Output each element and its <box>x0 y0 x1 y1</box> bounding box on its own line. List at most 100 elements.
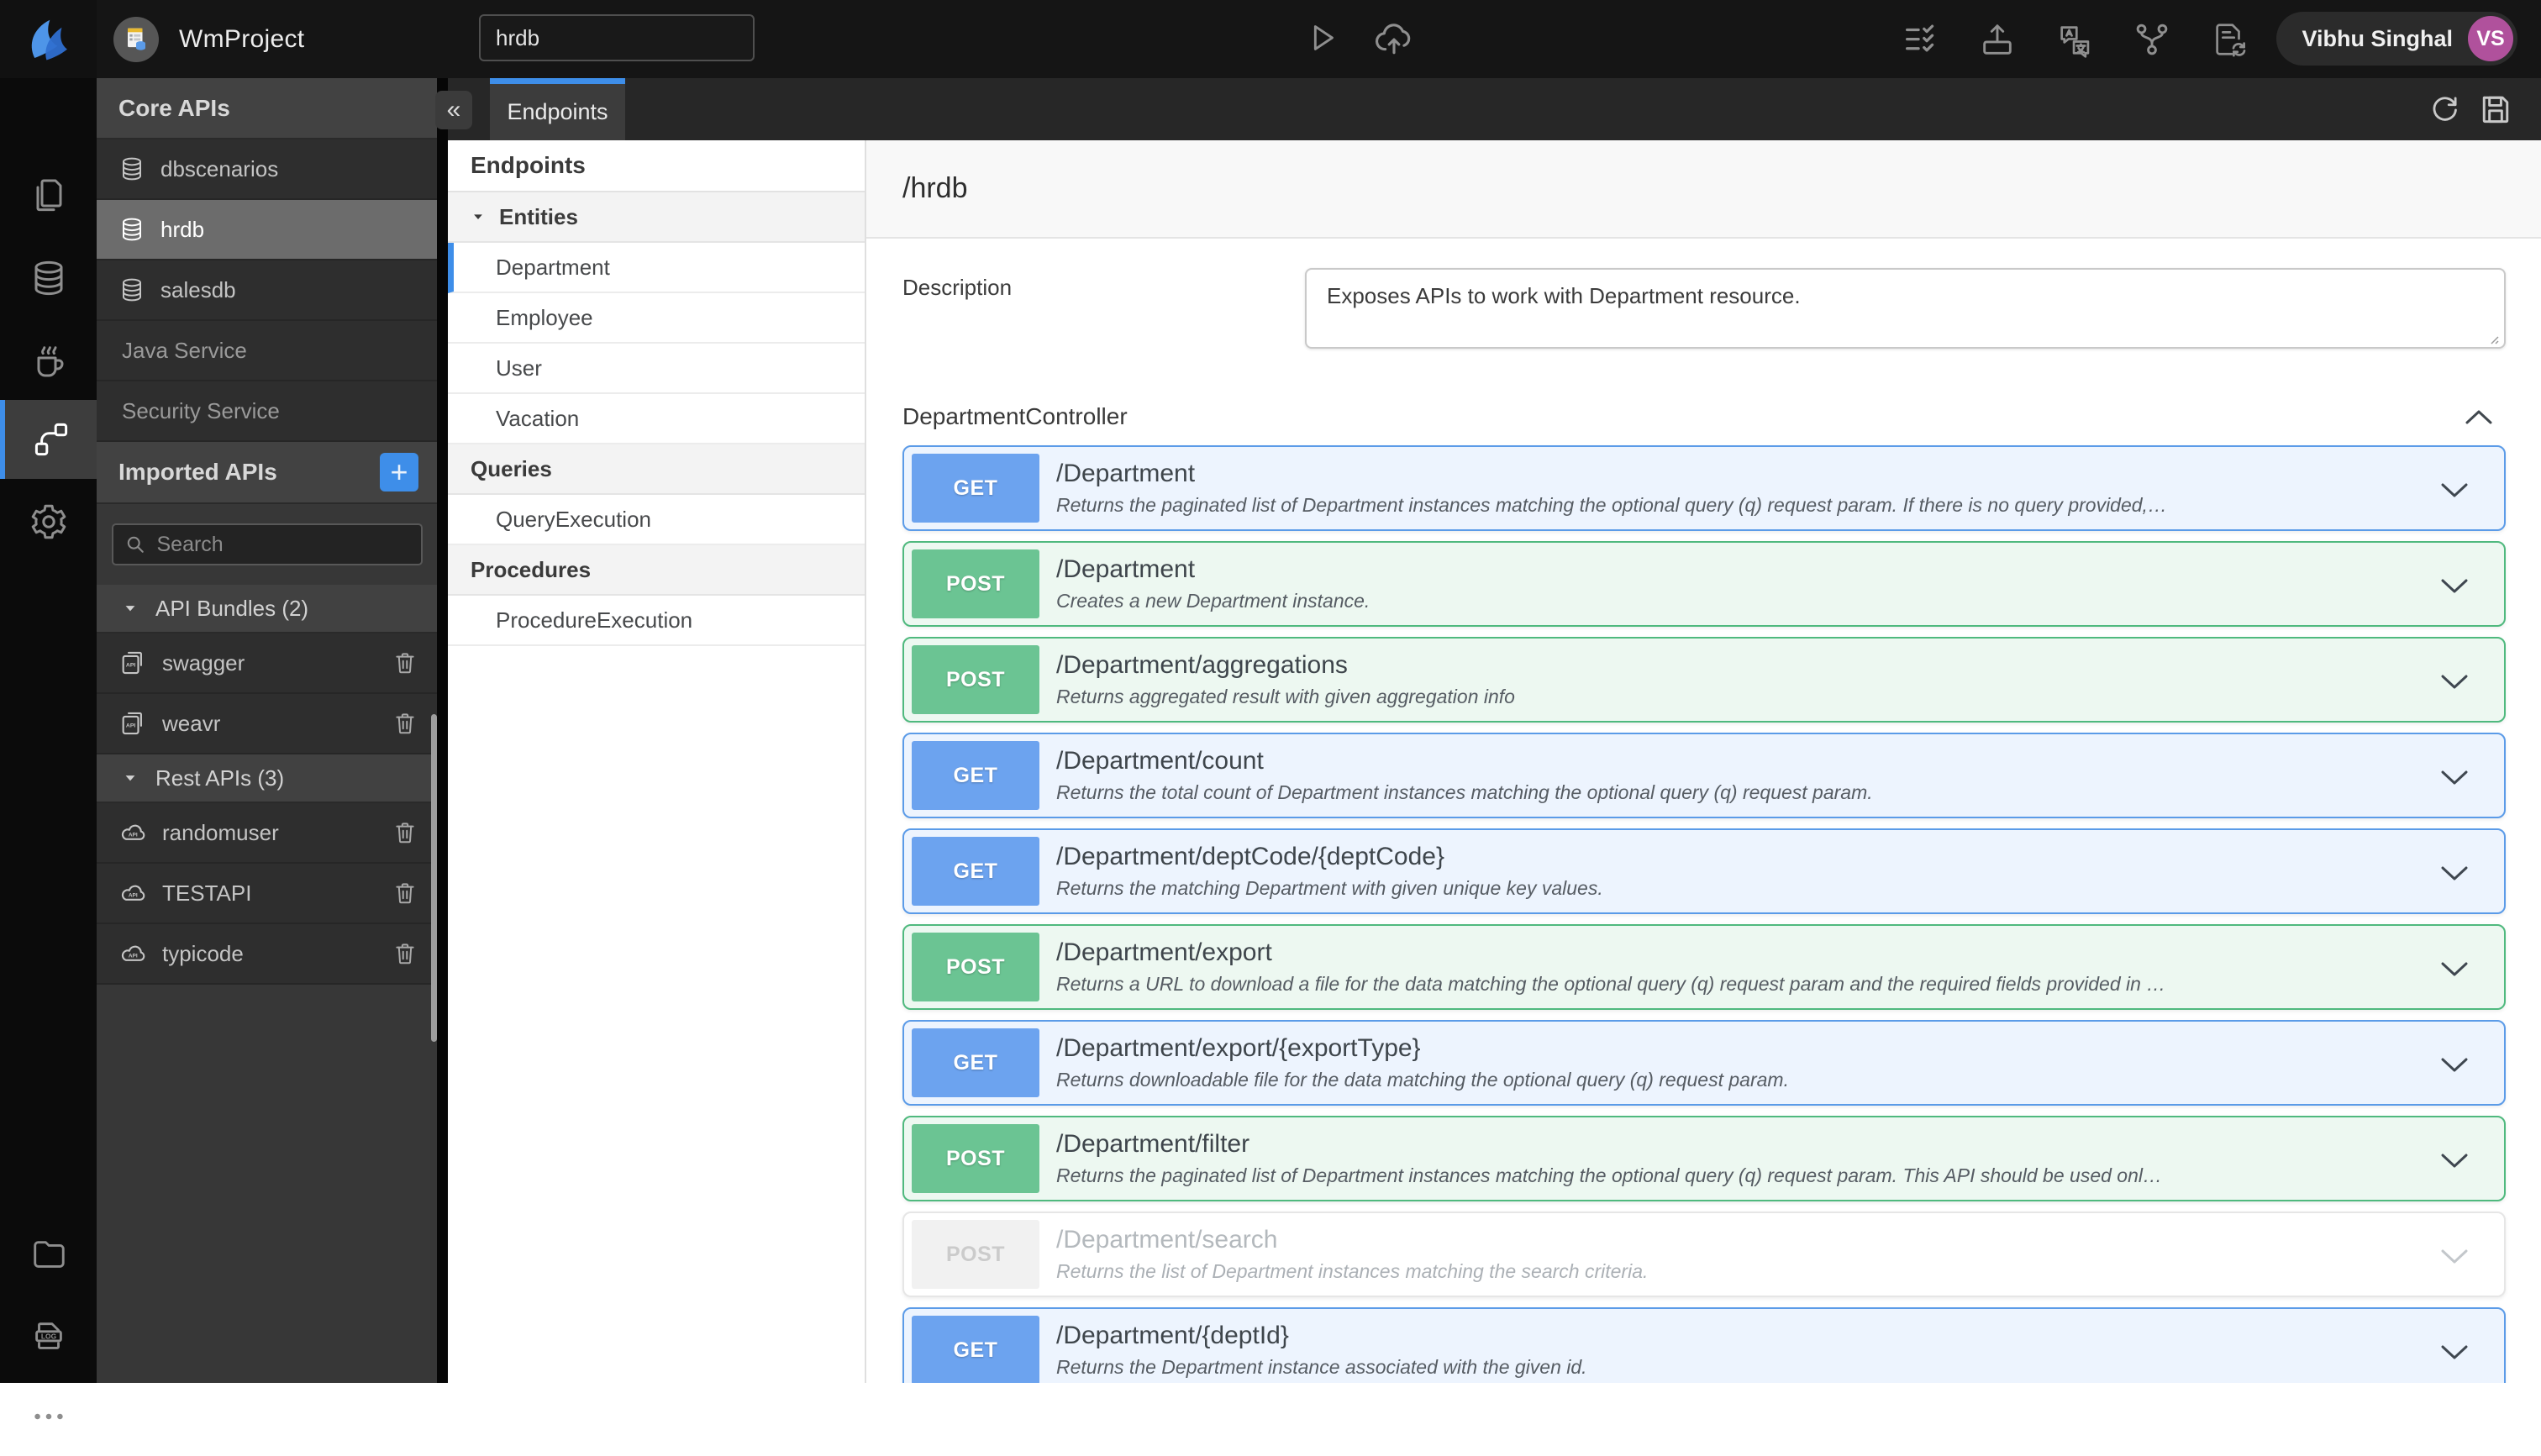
tree-item-queryexecution[interactable]: QueryExecution <box>448 495 865 545</box>
tree-section-entities[interactable]: Entities <box>448 192 865 243</box>
method-badge: GET <box>912 454 1039 523</box>
tree-item-vacation[interactable]: Vacation <box>448 394 865 444</box>
delete-api-button[interactable] <box>392 940 418 967</box>
add-api-button[interactable]: + <box>380 453 418 491</box>
endpoints-tree-title: Endpoints <box>448 140 865 192</box>
tree-section-queries[interactable]: Queries <box>448 444 865 495</box>
endpoint-path: /Department/filter <box>1056 1130 1250 1158</box>
group-header-api-bundles-2-[interactable]: API Bundles (2) <box>97 585 437 633</box>
apis-icon <box>34 423 67 456</box>
endpoint-card-get-Department-deptId-[interactable]: GET/Department/{deptId} Returns the Depar… <box>902 1307 2506 1383</box>
endpoint-card-post-Department-search[interactable]: POST/Department/search Returns the list o… <box>902 1212 2506 1297</box>
method-badge: GET <box>912 1028 1039 1097</box>
api-search-row <box>97 504 437 585</box>
tree-item-user[interactable]: User <box>448 344 865 394</box>
imported-api-item-swagger[interactable]: API swagger <box>97 633 437 694</box>
endpoint-path: /Department/count <box>1056 747 1264 775</box>
endpoint-card-post-Department-export[interactable]: POST/Department/export Returns a URL to d… <box>902 924 2506 1010</box>
chevron-down-icon[interactable] <box>2440 865 2469 882</box>
panel-scrollbar[interactable] <box>431 714 437 1042</box>
core-api-item-dbscenarios[interactable]: dbscenarios <box>97 139 437 200</box>
chevron-up-icon[interactable] <box>2464 408 2494 425</box>
core-api-item-java-service[interactable]: Java Service <box>97 321 437 381</box>
description-textarea[interactable]: Exposes APIs to work with Department res… <box>1305 268 2506 349</box>
imported-api-item-typicode[interactable]: API typicode <box>97 924 437 985</box>
endpoint-description: Returns the Department instance associat… <box>1056 1356 1587 1378</box>
rail-item-folder[interactable] <box>0 1215 97 1294</box>
tree-item-employee[interactable]: Employee <box>448 293 865 344</box>
endpoint-card-post-Department-filter[interactable]: POST/Department/filter Returns the pagina… <box>902 1116 2506 1201</box>
endpoint-card-get-Department[interactable]: GET/Department Returns the paginated list… <box>902 445 2506 531</box>
chevron-down-icon[interactable] <box>2440 961 2469 978</box>
java-service-icon <box>37 346 63 377</box>
tree-section-procedures[interactable]: Procedures <box>448 545 865 596</box>
chevron-down-icon[interactable] <box>2440 770 2469 786</box>
chevron-down-icon[interactable] <box>2440 1344 2469 1361</box>
endpoint-path: /Department/{deptId} <box>1056 1322 1289 1349</box>
delete-api-button[interactable] <box>392 649 418 676</box>
app-logo[interactable] <box>0 0 97 78</box>
delete-api-button[interactable] <box>392 710 418 737</box>
rail-item-more[interactable] <box>0 1377 97 1456</box>
endpoint-description: Returns a URL to download a file for the… <box>1056 973 2166 995</box>
localization-button[interactable] <box>2055 20 2094 59</box>
rail-item-settings[interactable] <box>0 482 97 561</box>
imported-api-label: randomuser <box>162 819 279 845</box>
core-api-item-hrdb[interactable]: hrdb <box>97 200 437 260</box>
project-search-input[interactable] <box>479 14 755 61</box>
method-badge: GET <box>912 741 1039 810</box>
endpoint-description: Returns the matching Department with giv… <box>1056 877 1603 899</box>
file-sync-button[interactable] <box>2210 20 2249 59</box>
avatar: VS <box>2468 16 2513 61</box>
endpoint-card-post-Department-aggregations[interactable]: POST/Department/aggregations Returns aggr… <box>902 637 2506 723</box>
deploy-cloud-button[interactable] <box>1373 17 1415 59</box>
chevron-down-icon[interactable] <box>2440 1248 2469 1265</box>
rail-item-database[interactable] <box>0 239 97 318</box>
endpoint-path: /Department/export/{exportType} <box>1056 1034 1421 1062</box>
imported-api-item-randomuser[interactable]: API randomuser <box>97 803 437 864</box>
endpoint-card-post-Department[interactable]: POST/Department Creates a new Department … <box>902 541 2506 627</box>
group-header-rest-apis-3-[interactable]: Rest APIs (3) <box>97 754 437 803</box>
save-button[interactable] <box>2477 91 2514 128</box>
checklist-button[interactable] <box>1901 20 1939 59</box>
svg-text:API: API <box>126 723 135 729</box>
resize-handle-icon[interactable] <box>2486 332 2500 345</box>
refresh-button[interactable] <box>2427 92 2462 127</box>
delete-api-button[interactable] <box>392 819 418 846</box>
imported-api-item-testapi[interactable]: API TESTAPI <box>97 864 437 924</box>
imported-api-item-weavr[interactable]: API weavr <box>97 694 437 754</box>
run-button[interactable] <box>1302 18 1341 57</box>
workspace: « Endpoints Endpoints Entities Department… <box>435 78 2541 1383</box>
version-control-button[interactable] <box>2133 20 2171 59</box>
endpoint-card-get-Department-count[interactable]: GET/Department/count Returns the total co… <box>902 733 2506 818</box>
logs-icon: LOG <box>34 1322 62 1349</box>
trash-icon <box>396 713 414 734</box>
core-api-item-security-service[interactable]: Security Service <box>97 381 437 442</box>
chevron-down-icon[interactable] <box>2440 578 2469 595</box>
rail-item-pages[interactable] <box>0 155 97 234</box>
endpoint-card-get-Department-export-exportType-[interactable]: GET/Department/export/{exportType} Return… <box>902 1020 2506 1106</box>
export-button[interactable] <box>1978 20 2017 59</box>
chevron-down-icon[interactable] <box>2440 674 2469 691</box>
tab-endpoints[interactable]: Endpoints <box>490 78 625 140</box>
trash-icon <box>396 944 414 965</box>
chevron-down-icon[interactable] <box>2440 1153 2469 1170</box>
rail-item-logs[interactable]: LOG <box>0 1296 97 1375</box>
endpoint-card-get-Department-deptCode-deptCode-[interactable]: GET/Department/deptCode/{deptCode} Return… <box>902 828 2506 914</box>
core-api-item-salesdb[interactable]: salesdb <box>97 260 437 321</box>
tree-item-procedureexecution[interactable]: ProcedureExecution <box>448 596 865 646</box>
group-label: Rest APIs (3) <box>155 765 285 791</box>
imported-api-label: TESTAPI <box>162 880 252 906</box>
chevron-down-icon[interactable] <box>2440 1057 2469 1074</box>
rail-item-apis[interactable] <box>0 400 97 479</box>
delete-api-button[interactable] <box>392 880 418 907</box>
svg-text:API: API <box>126 663 135 669</box>
service-title: /hrdb <box>902 172 968 204</box>
project-icon[interactable] <box>113 16 159 62</box>
rail-item-java-service[interactable] <box>0 321 97 400</box>
api-search-input[interactable] <box>111 523 423 565</box>
user-menu[interactable]: Vibhu Singhal VS <box>2276 12 2517 66</box>
tree-item-department[interactable]: Department <box>448 243 865 293</box>
chevron-down-icon[interactable] <box>2440 482 2469 499</box>
collapse-panel-button[interactable]: « <box>435 91 472 129</box>
